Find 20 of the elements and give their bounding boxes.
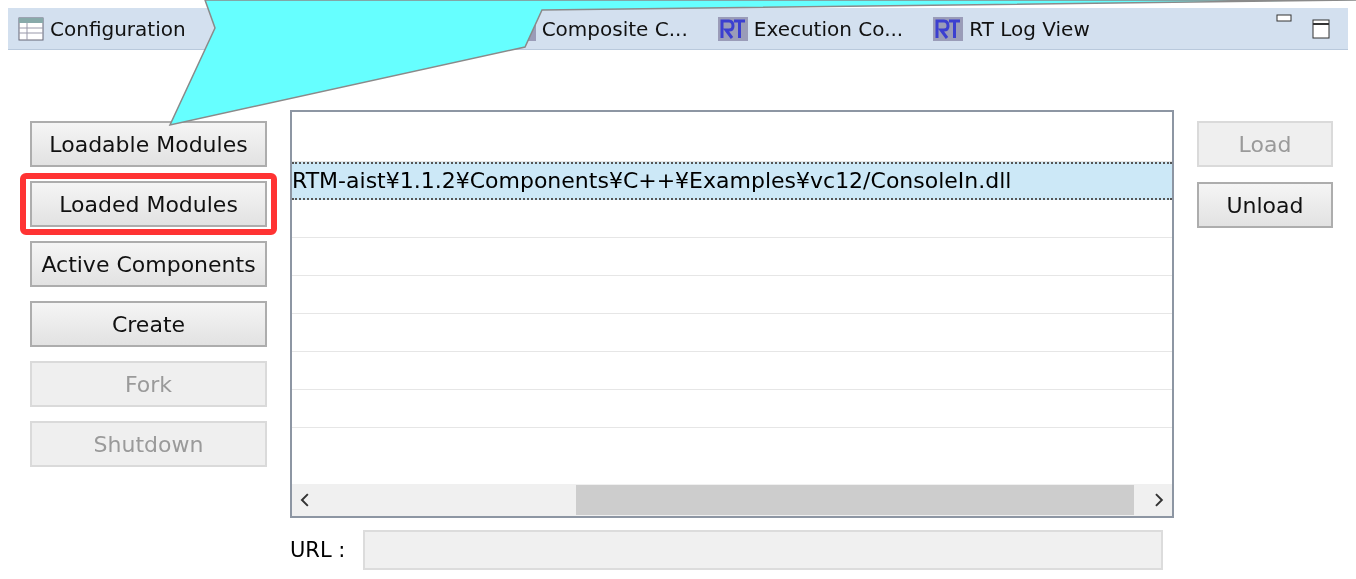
- side-button[interactable]: Loaded Modules: [30, 181, 267, 227]
- table-icon: [18, 16, 44, 41]
- rt-logo-icon: [933, 16, 964, 41]
- url-label: URL :: [290, 538, 346, 562]
- action-button[interactable]: Unload: [1197, 182, 1333, 228]
- side-button[interactable]: Create: [30, 301, 267, 347]
- view-tab[interactable]: RT Log View: [933, 8, 1094, 49]
- side-button[interactable]: Active Components: [30, 241, 267, 287]
- view-tab[interactable]: Execution Co...: [717, 8, 908, 49]
- minimize-icon[interactable]: [1276, 13, 1292, 24]
- scroll-right-icon[interactable]: [1154, 493, 1164, 507]
- horizontal-scrollbar[interactable]: [292, 484, 1172, 516]
- rt-logo-icon: [717, 16, 748, 41]
- maximize-icon[interactable]: [1312, 18, 1330, 39]
- view-tab[interactable]: Configuration: [18, 8, 190, 49]
- scroll-thumb[interactable]: [575, 485, 1135, 515]
- list-row[interactable]: RTM-aist¥1.1.2¥Components¥C++¥Examples¥vc12/ConsoleIn.dll: [292, 162, 1172, 200]
- url-field[interactable]: [363, 530, 1164, 570]
- scroll-left-icon[interactable]: [300, 493, 310, 507]
- side-button[interactable]: Loadable Modules: [30, 121, 267, 167]
